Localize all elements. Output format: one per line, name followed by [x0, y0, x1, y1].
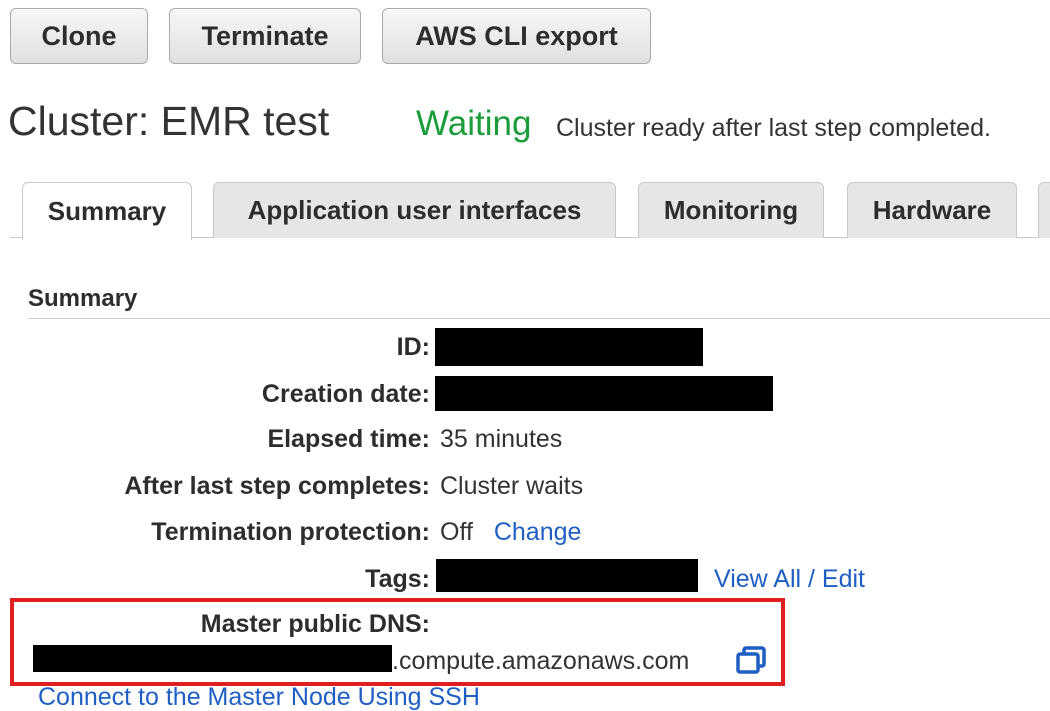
cluster-status-message: Cluster ready after last step completed.: [556, 114, 991, 142]
tab-hardware[interactable]: Hardware: [847, 182, 1017, 238]
master-dns-redacted: [33, 645, 392, 672]
summary-heading: Summary: [28, 285, 138, 312]
cluster-status: Waiting: [416, 104, 532, 143]
tab-application-user-interfaces[interactable]: Application user interfaces: [213, 182, 616, 238]
tags-view-all-link[interactable]: View All / Edit: [714, 565, 865, 594]
elapsed-time-value: 35 minutes: [440, 425, 563, 453]
creation-date-redacted: [435, 376, 773, 411]
termination-protection-value: Off: [440, 518, 473, 546]
cluster-title: Cluster: EMR test: [8, 98, 330, 144]
termination-protection-change-link[interactable]: Change: [494, 518, 582, 546]
aws-cli-export-button[interactable]: AWS CLI export: [382, 8, 651, 64]
termination-protection-label: Termination protection:: [151, 518, 430, 546]
connect-ssh-link[interactable]: Connect to the Master Node Using SSH: [38, 683, 480, 711]
master-dns-suffix: .compute.amazonaws.com: [392, 647, 690, 675]
terminate-button[interactable]: Terminate: [169, 8, 361, 64]
tab-summary[interactable]: Summary: [22, 182, 192, 240]
clone-button[interactable]: Clone: [10, 8, 148, 64]
tab-monitoring[interactable]: Monitoring: [638, 182, 824, 238]
termination-protection-row: Off Change: [440, 518, 581, 547]
id-label: ID:: [396, 333, 430, 361]
after-last-step-label: After last step completes:: [124, 472, 430, 500]
summary-divider: [28, 318, 1050, 319]
tags-label: Tags:: [365, 565, 430, 593]
emr-cluster-page: Clone Terminate AWS CLI export Cluster: …: [0, 0, 1050, 711]
tags-redacted: [436, 559, 698, 592]
copy-icon[interactable]: [735, 646, 767, 674]
creation-date-label: Creation date:: [261, 380, 430, 408]
after-last-step-value: Cluster waits: [440, 472, 584, 500]
id-redacted: [435, 328, 703, 366]
elapsed-time-label: Elapsed time:: [267, 425, 430, 453]
master-dns-label: Master public DNS:: [200, 610, 430, 638]
tab-overflow[interactable]: [1038, 182, 1050, 238]
